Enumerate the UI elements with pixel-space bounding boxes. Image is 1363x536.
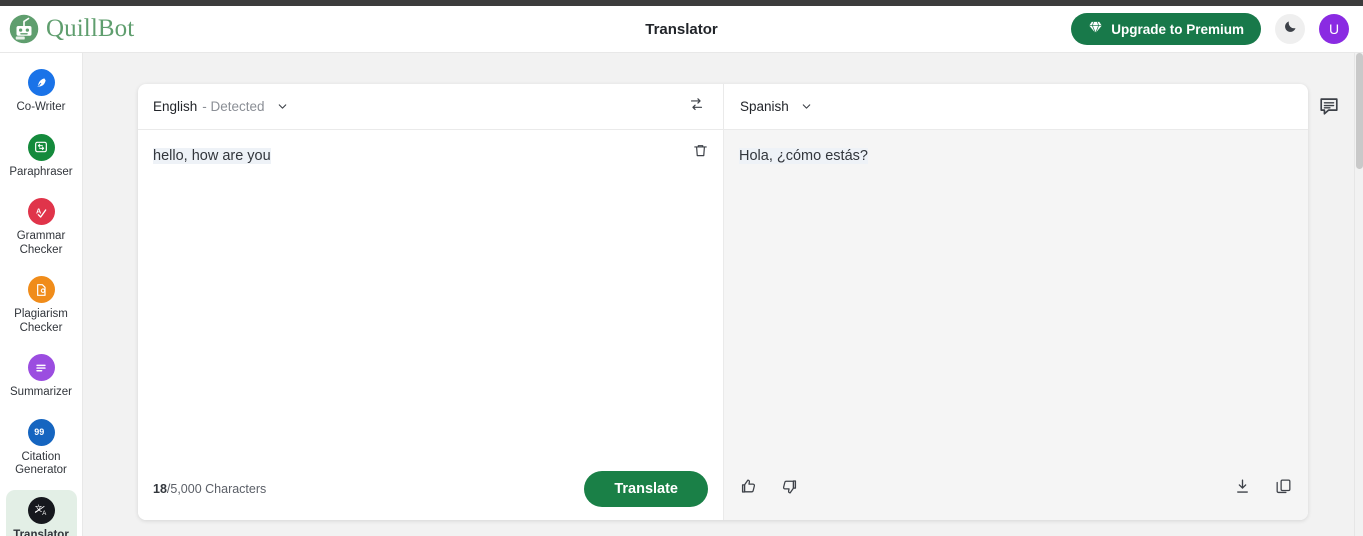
source-pane: hello, how are you 18/5,000 Characters T… (138, 130, 723, 520)
copy-icon (1274, 477, 1293, 501)
svg-text:A: A (36, 206, 42, 215)
sidebar-item-plagiarism-checker[interactable]: Plagiarism Checker (6, 269, 77, 342)
target-language-section: Spanish (723, 84, 1308, 129)
sidebar-item-translator[interactable]: 文 A Translator (5, 489, 77, 536)
avatar-initial: U (1328, 21, 1340, 37)
upgrade-button-label: Upgrade to Premium (1111, 21, 1244, 37)
language-bar: English - Detected Spanish (138, 84, 1308, 130)
download-icon (1233, 477, 1252, 501)
chevron-down-icon (800, 100, 813, 113)
sidebar-label-co-writer: Co-Writer (16, 101, 66, 113)
output-actions (1233, 477, 1293, 501)
grammar-check-icon: A (27, 198, 55, 225)
summarizer-lines-icon (27, 354, 55, 381)
app-root: QuillBot Translator Upgrade to Premium U… (0, 0, 1363, 536)
thumbs-down-icon (780, 477, 799, 501)
trash-icon (692, 145, 709, 163)
main-sidebar: Co-Writer Paraphraser A Grammar Checker (0, 53, 83, 536)
source-language-name: English (153, 99, 198, 114)
feedback-buttons (739, 477, 799, 501)
thumbs-down-button[interactable] (780, 477, 799, 501)
character-count-limit: /5,000 Characters (166, 482, 267, 496)
target-pane-footer (724, 458, 1308, 520)
source-language-selector[interactable]: English - Detected (153, 99, 289, 114)
source-pane-footer: 18/5,000 Characters Translate (138, 458, 723, 520)
sidebar-item-co-writer[interactable]: Co-Writer (6, 62, 77, 122)
page-scrollbar-track[interactable] (1354, 53, 1363, 536)
source-language-detected-label: - Detected (202, 99, 265, 114)
brand-name: QuillBot (46, 15, 135, 42)
translation-panes: hello, how are you 18/5,000 Characters T… (138, 130, 1308, 520)
sidebar-item-summarizer[interactable]: Summarizer (6, 347, 77, 407)
plagiarism-doc-icon (27, 276, 55, 303)
source-text-editor[interactable]: hello, how are you (138, 130, 723, 458)
target-pane: Hola, ¿cómo estás? (723, 130, 1308, 520)
target-language-name: Spanish (740, 99, 789, 114)
source-language-section: English - Detected (138, 84, 723, 129)
download-button[interactable] (1233, 477, 1252, 501)
app-header: QuillBot Translator Upgrade to Premium U (0, 6, 1363, 53)
dark-mode-toggle[interactable] (1275, 14, 1305, 44)
translator-card: English - Detected Spanish hello, how ar… (138, 84, 1308, 520)
sidebar-label-translator: Translator (13, 528, 69, 536)
upgrade-to-premium-button[interactable]: Upgrade to Premium (1071, 13, 1261, 45)
sidebar-label-summarizer: Summarizer (10, 386, 72, 398)
diamond-icon (1088, 20, 1103, 38)
svg-text:A: A (42, 510, 46, 516)
translate-button[interactable]: Translate (584, 471, 708, 507)
svg-text:99: 99 (34, 427, 44, 437)
moon-icon (1283, 19, 1298, 39)
thumbs-up-button[interactable] (739, 477, 758, 501)
swap-languages-button[interactable] (688, 96, 705, 118)
sidebar-label-grammar-checker: Grammar Checker (16, 230, 66, 256)
quillbot-robot-logo-icon (9, 14, 39, 44)
sidebar-label-plagiarism-checker: Plagiarism Checker (14, 308, 68, 334)
sidebar-item-paraphraser[interactable]: Paraphraser (6, 127, 77, 187)
character-count-used: 18 (153, 482, 167, 496)
feedback-tab-button[interactable] (1316, 95, 1342, 121)
swap-arrows-icon (688, 96, 705, 118)
paraphraser-refresh-icon (27, 133, 55, 161)
user-avatar[interactable]: U (1319, 14, 1349, 44)
translated-text-area: Hola, ¿cómo estás? (724, 130, 1308, 458)
clear-source-button[interactable] (692, 142, 709, 166)
header-actions: Upgrade to Premium U (1071, 13, 1349, 45)
page-scrollbar-thumb[interactable] (1356, 53, 1363, 169)
brand-logo[interactable]: QuillBot (9, 14, 134, 44)
target-language-selector[interactable]: Spanish (740, 99, 813, 114)
sidebar-item-citation-generator[interactable]: 99 Citation Generator (6, 412, 77, 485)
chevron-down-icon (276, 100, 289, 113)
feedback-bubble-icon (1318, 95, 1340, 122)
source-text: hello, how are you (153, 148, 271, 164)
sidebar-item-grammar-checker[interactable]: A Grammar Checker (6, 191, 77, 264)
copy-button[interactable] (1274, 477, 1293, 501)
sidebar-label-paraphraser: Paraphraser (9, 165, 73, 178)
cowriter-pen-icon (27, 69, 55, 96)
citation-quotes-icon: 99 (27, 418, 55, 446)
character-counter: 18/5,000 Characters (153, 482, 266, 496)
sidebar-label-citation-generator: Citation Generator (15, 450, 67, 477)
translator-language-icon: 文 A (27, 496, 55, 524)
translated-text: Hola, ¿cómo estás? (739, 148, 868, 164)
thumbs-up-icon (739, 477, 758, 501)
